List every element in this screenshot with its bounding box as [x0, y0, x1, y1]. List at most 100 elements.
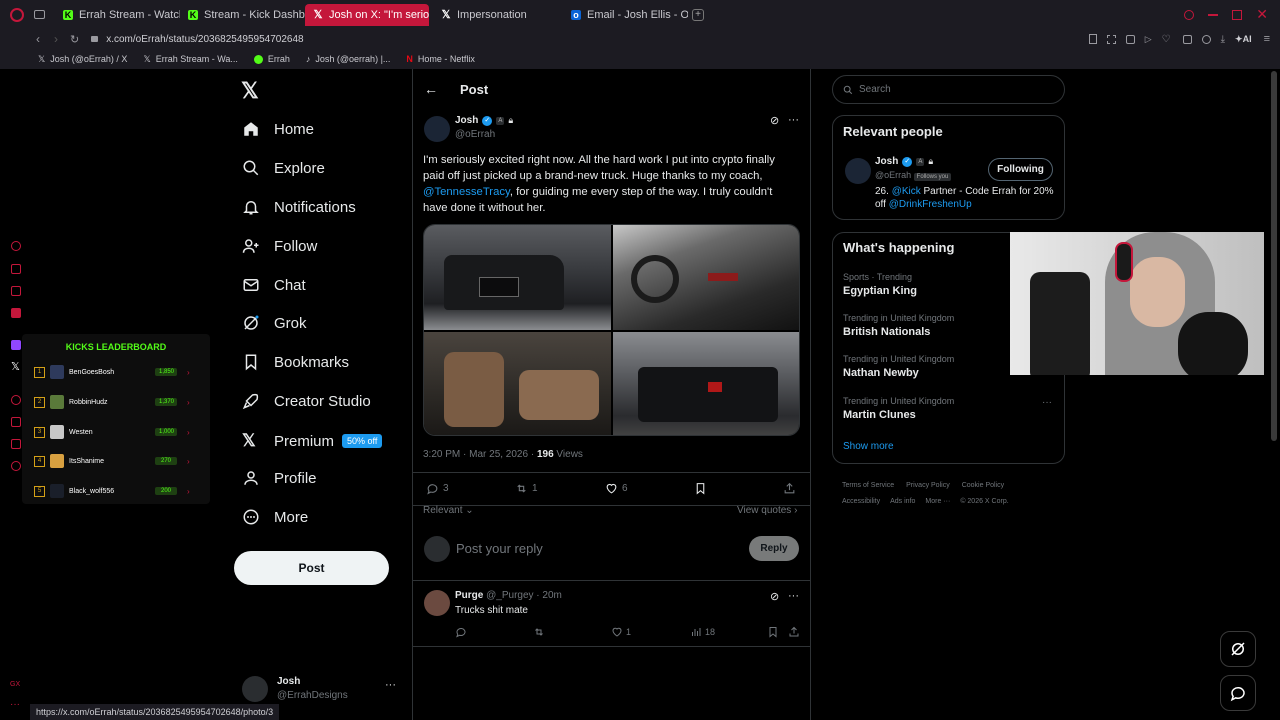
- tab-errah-stream[interactable]: KErrah Stream - Watch Live: [55, 4, 180, 26]
- kick-link[interactable]: @Kick: [892, 186, 921, 197]
- footer-privacy[interactable]: Privacy Policy: [906, 482, 950, 489]
- tab-kick-dashboard[interactable]: KStream - Kick Dashboard: [180, 4, 305, 26]
- reply-action[interactable]: 3: [426, 482, 449, 495]
- url-field[interactable]: x.com/oErrah/status/2036825495954702648: [106, 34, 303, 45]
- sidebar-aria-icon[interactable]: [11, 241, 21, 251]
- nav-creator-studio[interactable]: Creator Studio: [242, 392, 371, 410]
- aria-ai-button[interactable]: ✦AI: [1235, 34, 1252, 45]
- bookmark-action[interactable]: [694, 482, 707, 495]
- snapshot-icon[interactable]: [1088, 34, 1097, 44]
- reload-icon[interactable]: ↻: [70, 33, 79, 46]
- sidebar-youtube-icon[interactable]: [11, 308, 21, 318]
- search-input[interactable]: Search: [859, 84, 891, 95]
- view-quotes-link[interactable]: View quotes ›: [737, 505, 797, 516]
- tab-overview-icon[interactable]: [34, 10, 45, 19]
- reply-comment-action[interactable]: [455, 626, 467, 638]
- reply-repost-action[interactable]: [533, 626, 545, 638]
- extensions-icon[interactable]: [1182, 34, 1192, 44]
- footer-ads[interactable]: Ads info: [890, 498, 915, 505]
- reply-avatar[interactable]: [424, 590, 450, 616]
- footer-accessibility[interactable]: Accessibility: [842, 498, 880, 505]
- tab-impersonation[interactable]: 𝕏 Impersonation: [433, 4, 563, 26]
- account-more-icon[interactable]: ···: [385, 679, 396, 691]
- nav-explore[interactable]: Explore: [242, 159, 325, 177]
- download-icon[interactable]: ⤓: [1221, 34, 1225, 45]
- post-button[interactable]: Post: [234, 551, 389, 585]
- minimize-icon[interactable]: [1208, 13, 1219, 16]
- post-author-name[interactable]: Josh: [455, 115, 478, 126]
- crop-icon[interactable]: [1106, 34, 1116, 44]
- repost-action[interactable]: 1: [515, 482, 538, 495]
- adblock-icon[interactable]: [1125, 34, 1135, 44]
- sidebar-history-icon[interactable]: [11, 395, 21, 405]
- page-scrollbar[interactable]: [1271, 71, 1277, 441]
- trend-item[interactable]: Trending in United Kingdom British Nation…: [843, 313, 954, 338]
- truck-front-photo[interactable]: [424, 225, 611, 330]
- nav-bookmarks[interactable]: Bookmarks: [242, 353, 349, 371]
- sidebar-settings-icon[interactable]: [11, 461, 21, 471]
- menu-icon[interactable]: ≡: [1264, 33, 1270, 45]
- sidebar-send-icon[interactable]: [11, 417, 21, 427]
- heart-icon[interactable]: ♡: [1162, 34, 1171, 45]
- trend-item[interactable]: Trending in United Kingdom Nathan Newby: [843, 354, 954, 379]
- restore-icon[interactable]: [1232, 9, 1243, 20]
- opera-logo-icon[interactable]: [10, 7, 24, 22]
- following-button[interactable]: Following: [988, 158, 1053, 181]
- footer-cookie[interactable]: Cookie Policy: [962, 482, 1004, 489]
- sidebar-twitch-icon[interactable]: [11, 340, 21, 350]
- account-switcher[interactable]: Josh @ErrahDesigns ···: [242, 673, 402, 705]
- bookmark-netflix[interactable]: N Home - Netflix: [400, 54, 481, 64]
- reply-input[interactable]: Post your reply: [456, 541, 736, 556]
- reply-share-action[interactable]: [788, 626, 800, 638]
- back-icon[interactable]: ‹: [36, 32, 40, 46]
- truck-seat-photo[interactable]: [424, 332, 611, 435]
- nav-more[interactable]: More: [242, 508, 308, 526]
- reply-bookmark-action[interactable]: [767, 626, 779, 638]
- truck-interior-photo[interactable]: [613, 225, 799, 330]
- nav-profile[interactable]: Profile: [242, 469, 317, 487]
- nav-premium[interactable]: 𝕏 Premium 50% off: [242, 431, 383, 451]
- reply-sort-dropdown[interactable]: Relevant ⌄: [423, 505, 474, 516]
- trend-item[interactable]: Trending in United Kingdom Martin Clunes: [843, 396, 954, 421]
- tab-josh-post[interactable]: 𝕏Josh on X: "I'm seriously e: [305, 3, 429, 26]
- truck-rear-photo[interactable]: [613, 332, 799, 435]
- bookmark-tiktok[interactable]: ♪ Josh (@oerrah) |...: [300, 54, 397, 64]
- sidebar-bag-icon[interactable]: [11, 264, 21, 274]
- like-action[interactable]: 6: [605, 482, 628, 495]
- reply-like-action[interactable]: 1: [611, 626, 631, 638]
- reply-button[interactable]: Reply: [749, 536, 799, 561]
- reply-more-icon[interactable]: ···: [788, 590, 799, 602]
- nav-home[interactable]: Home: [242, 120, 314, 138]
- reply-views-action[interactable]: 18: [690, 626, 715, 638]
- nav-notifications[interactable]: Notifications: [242, 198, 356, 216]
- bookmark-josh-x[interactable]: 𝕏 Josh (@oErrah) / X: [32, 54, 133, 65]
- trend-item[interactable]: Sports · Trending Egyptian King: [843, 272, 917, 297]
- drink-link[interactable]: @DrinkFreshenUp: [889, 199, 972, 210]
- play-icon[interactable]: ▷: [1145, 34, 1152, 45]
- reply-author-name[interactable]: Purge: [455, 590, 483, 601]
- reply-grok-icon[interactable]: ⊘: [770, 590, 779, 603]
- back-arrow-icon[interactable]: ←: [424, 81, 438, 97]
- search-box[interactable]: Search: [832, 75, 1065, 104]
- close-window-icon[interactable]: ✕: [1256, 6, 1268, 23]
- share-action[interactable]: [783, 482, 796, 495]
- post-more-icon[interactable]: ···: [788, 114, 799, 126]
- new-tab-icon[interactable]: +: [692, 8, 704, 21]
- trend-more-icon[interactable]: ···: [1042, 397, 1052, 408]
- post-avatar[interactable]: [424, 116, 450, 142]
- grok-floating-button[interactable]: [1220, 631, 1256, 667]
- footer-more[interactable]: More ···: [925, 498, 950, 505]
- bookmark-errah[interactable]: Errah: [248, 54, 296, 64]
- mention-link[interactable]: @TennesseTracy: [423, 186, 510, 198]
- messages-floating-button[interactable]: [1220, 675, 1256, 711]
- sidebar-extensions-icon[interactable]: [11, 439, 21, 449]
- person-avatar[interactable]: [845, 158, 871, 184]
- account-icon[interactable]: [1201, 34, 1211, 44]
- sidebar-gx-icon[interactable]: GX: [10, 681, 20, 688]
- show-more-link[interactable]: Show more: [843, 441, 894, 452]
- tab-outlook[interactable]: oEmail - Josh Ellis - Outlook: [563, 4, 688, 26]
- bookmark-errah-stream[interactable]: 𝕏 Errah Stream - Wa...: [137, 54, 243, 65]
- nav-grok[interactable]: Grok: [242, 314, 307, 332]
- person-name[interactable]: Josh: [875, 156, 898, 167]
- nav-follow[interactable]: Follow: [242, 237, 317, 255]
